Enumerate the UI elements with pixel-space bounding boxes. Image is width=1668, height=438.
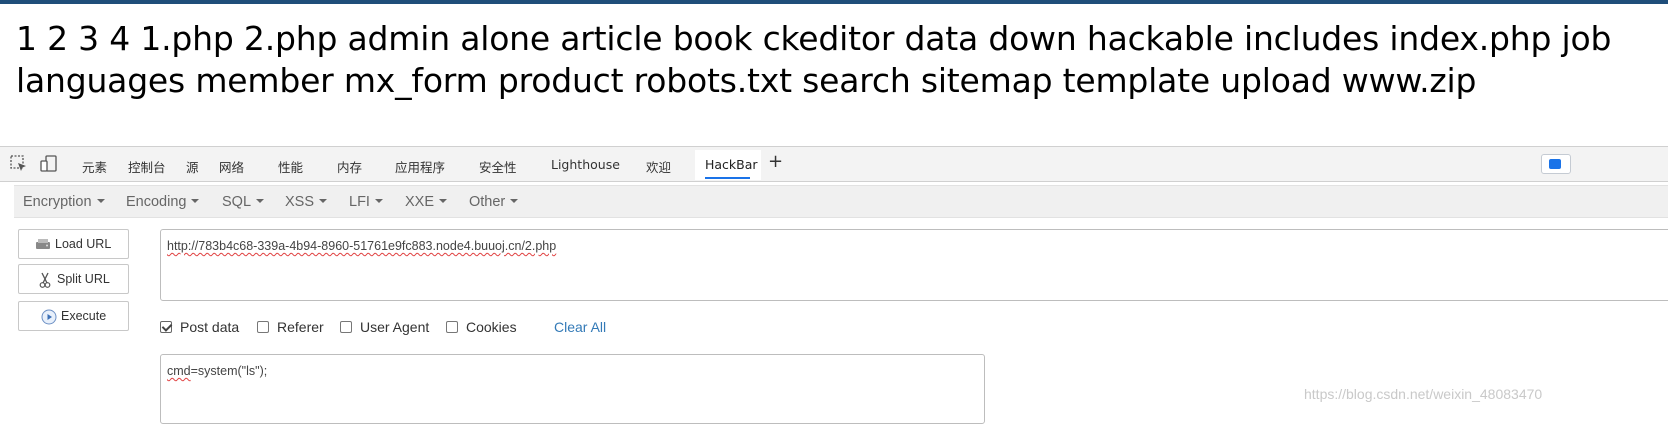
menu-lfi-label: LFI [349, 194, 370, 210]
menu-encoding-label: Encoding [126, 194, 187, 210]
tab-hackbar[interactable]: HackBar [695, 150, 761, 180]
tab-lighthouse[interactable]: Lighthouse [551, 157, 620, 172]
user-agent-checkbox[interactable]: User Agent [340, 319, 429, 335]
tab-console[interactable]: 控制台 [128, 157, 166, 176]
clear-all-link[interactable]: Clear All [554, 319, 606, 335]
caret-down-icon [96, 199, 105, 203]
menu-xxe[interactable]: XXE [405, 194, 448, 210]
load-url-label: Load URL [55, 237, 112, 251]
post-data-key: cmd [167, 364, 191, 378]
caret-down-icon [191, 199, 200, 203]
post-data-value: cmd=system("ls"); [167, 364, 267, 378]
post-data-input[interactable]: cmd=system("ls"); [160, 354, 985, 424]
tab-hackbar-label: HackBar [705, 157, 758, 172]
inspect-element-icon[interactable] [10, 155, 28, 176]
checkbox-icon [340, 321, 352, 333]
menu-encryption[interactable]: Encryption [23, 194, 105, 210]
menu-sql[interactable]: SQL [222, 194, 265, 210]
caret-down-icon [510, 199, 519, 203]
execute-button[interactable]: Execute [18, 301, 129, 331]
split-url-button[interactable]: Split URL [18, 264, 129, 294]
play-icon [41, 309, 57, 328]
scissors-icon [39, 272, 51, 291]
checkbox-icon [257, 321, 269, 333]
tab-security[interactable]: 安全性 [479, 157, 517, 176]
caret-down-icon [374, 199, 383, 203]
tab-performance[interactable]: 性能 [278, 157, 303, 176]
split-url-label: Split URL [57, 272, 110, 286]
watermark: https://blog.csdn.net/weixin_48083470 [1304, 386, 1543, 402]
execute-label: Execute [61, 309, 107, 323]
menu-encryption-label: Encryption [23, 194, 92, 210]
menu-xxe-label: XXE [405, 194, 435, 210]
menu-xss[interactable]: XSS [285, 194, 328, 210]
load-url-button[interactable]: Load URL [18, 229, 129, 259]
user-agent-label: User Agent [360, 319, 430, 335]
menu-xss-label: XSS [285, 194, 315, 210]
caret-down-icon [256, 199, 265, 203]
referer-label: Referer [277, 319, 324, 335]
menu-other-label: Other [469, 194, 506, 210]
cookies-checkbox[interactable]: Cookies [446, 319, 517, 335]
post-data-label: Post data [180, 319, 240, 335]
directory-listing-text: 1 2 3 4 1.php 2.php admin alone article … [16, 19, 1612, 100]
menu-encoding[interactable]: Encoding [126, 194, 200, 210]
device-toggle-icon[interactable] [40, 155, 58, 176]
menu-sql-label: SQL [222, 194, 252, 210]
add-tab-button[interactable]: + [768, 151, 783, 172]
tab-network[interactable]: 网络 [219, 157, 244, 176]
url-input[interactable]: http://783b4c68-339a-4b94-8960-51761e9fc… [160, 229, 1668, 301]
tab-application[interactable]: 应用程序 [395, 157, 445, 176]
devtools-tab-bar: 元素 控制台 源 网络 性能 内存 应用程序 安全性 Lighthouse 欢迎… [0, 146, 1668, 182]
feedback-button[interactable] [1541, 154, 1571, 174]
post-data-checkbox[interactable]: Post data [160, 319, 239, 335]
referer-checkbox[interactable]: Referer [257, 319, 324, 335]
caret-down-icon [439, 199, 448, 203]
active-tab-indicator [705, 177, 750, 179]
checkbox-icon [446, 321, 458, 333]
tab-memory[interactable]: 内存 [337, 157, 362, 176]
menu-lfi[interactable]: LFI [349, 194, 383, 210]
tab-elements[interactable]: 元素 [82, 157, 107, 176]
hackbar-menubar: Encryption Encoding SQL XSS LFI XXE Othe… [14, 185, 1668, 218]
tab-sources[interactable]: 源 [186, 157, 199, 176]
load-url-icon [35, 237, 51, 254]
caret-down-icon [319, 199, 328, 203]
menu-other[interactable]: Other [469, 194, 519, 210]
url-input-value: http://783b4c68-339a-4b94-8960-51761e9fc… [167, 239, 557, 253]
browser-top-strip [0, 0, 1668, 4]
chat-icon [1549, 159, 1561, 169]
post-data-rest: =system("ls"); [190, 364, 268, 378]
cookies-label: Cookies [466, 319, 517, 335]
checkbox-checked-icon [160, 321, 172, 333]
tab-welcome[interactable]: 欢迎 [646, 157, 671, 176]
